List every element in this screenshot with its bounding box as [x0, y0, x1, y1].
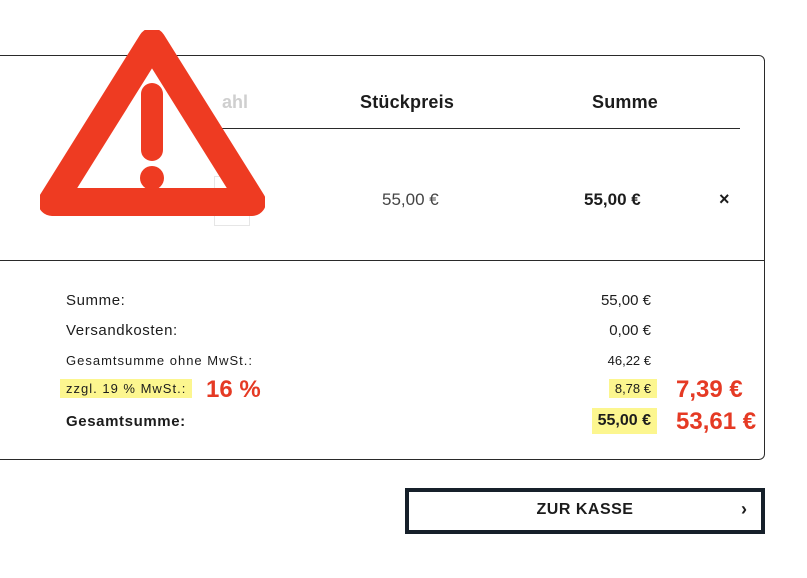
unit-price-column-header: Stückpreis	[360, 92, 455, 112]
sum-column-header: Summe	[592, 92, 659, 112]
summary-label-shipping: Versandkosten:	[66, 322, 178, 339]
summary-label-subtotal: Summe:	[66, 292, 126, 309]
checkout-button-label: ZUR KASSE	[536, 501, 634, 518]
summary-value-vat: 8,78 €	[608, 379, 657, 398]
header-divider	[208, 128, 740, 129]
chevron-right-icon: ›	[741, 499, 747, 519]
summary-value-subtotal: 55,00 €	[600, 292, 651, 309]
summary-label-grand-total: Gesamtsumme:	[66, 413, 186, 430]
warning-triangle-icon	[38, 28, 266, 230]
remove-item-button[interactable]: ×	[719, 189, 730, 210]
item-unit-price: 55,00 €	[382, 190, 439, 209]
vat-amount-annotation: 7,39 €	[676, 376, 743, 403]
summary-value-net: 46,22 €	[607, 353, 651, 368]
summary-divider	[0, 260, 765, 261]
summary-label-vat: zzgl. 19 % MwSt.:	[60, 379, 193, 398]
summary-value-grand-total: 55,00 €	[591, 408, 657, 434]
total-annotation: 53,61 €	[676, 408, 757, 435]
checkout-button[interactable]: ZUR KASSE ›	[405, 488, 765, 534]
summary-value-shipping: 0,00 €	[609, 322, 651, 339]
vat-rate-annotation: 16 %	[206, 376, 261, 403]
summary-label-net: Gesamtsumme ohne MwSt.:	[66, 353, 253, 368]
item-total: 55,00 €	[584, 190, 641, 209]
